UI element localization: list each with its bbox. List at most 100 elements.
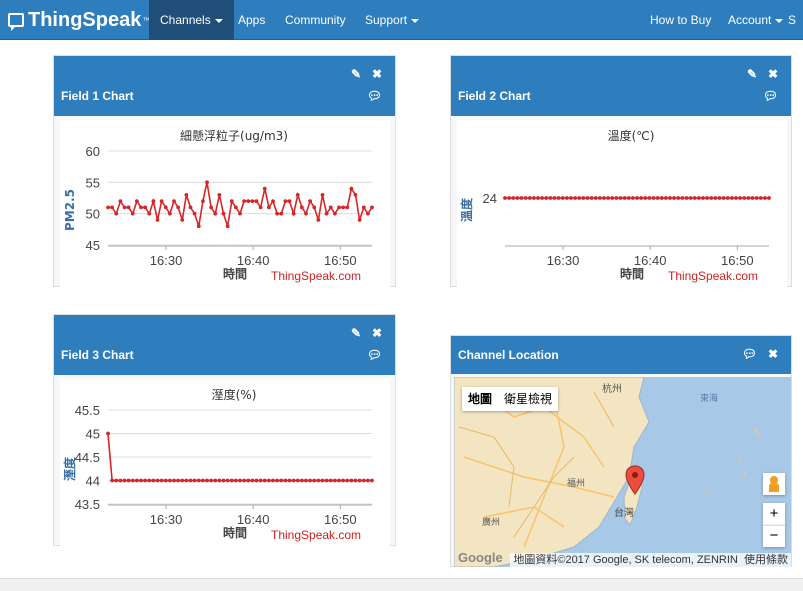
data-point xyxy=(233,205,238,210)
data-point xyxy=(361,205,366,210)
nav-support-label: Support xyxy=(365,13,408,27)
data-point xyxy=(266,478,271,483)
comment-icon[interactable]: 💬︎ xyxy=(367,89,382,103)
data-point xyxy=(205,180,209,185)
data-point xyxy=(515,196,520,200)
data-point xyxy=(254,478,259,483)
close-icon[interactable]: ✖ xyxy=(768,67,778,81)
thingspeak-credit-link[interactable]: ThingSpeak.com xyxy=(271,528,361,542)
data-point xyxy=(312,478,317,483)
field2-panel-body: 溫度(℃) 24 16:30 16:40 16:50 時間 溫度 ThingSpeak.co… xyxy=(451,116,791,288)
y-axis-label: 溫度 xyxy=(459,197,474,222)
chart-title: 溫度(℃) xyxy=(608,128,655,143)
data-point xyxy=(316,478,321,483)
comment-icon[interactable]: 💬︎ xyxy=(367,348,382,362)
close-icon[interactable]: ✖ xyxy=(372,67,382,81)
data-point xyxy=(134,199,139,204)
field3-panel-body: 溼度(%) 43.5 44 44.5 45 45.5 16:30 16:40 16:50 時間 溼度… xyxy=(54,375,395,547)
chart-title: 溼度(%) xyxy=(212,387,257,402)
pencil-icon[interactable]: ✎ xyxy=(351,67,361,81)
data-point xyxy=(610,196,615,200)
data-point xyxy=(151,478,156,483)
y-tick-label: 45.5 xyxy=(75,403,100,418)
data-point xyxy=(233,478,238,483)
nav-how-to-buy[interactable]: How to Buy xyxy=(639,0,722,40)
data-point xyxy=(130,478,135,483)
y-tick-label: 44 xyxy=(86,474,100,489)
map-label-east-sea: 東海 xyxy=(700,393,719,403)
data-point xyxy=(324,211,329,216)
data-point xyxy=(246,199,251,204)
data-point xyxy=(349,186,354,191)
data-point xyxy=(729,196,734,200)
field3-panel-title: Field 3 Chart xyxy=(61,348,134,362)
data-point xyxy=(147,211,152,216)
comment-icon[interactable]: 💬︎ xyxy=(763,89,778,103)
data-point xyxy=(758,196,763,200)
data-point xyxy=(328,205,333,210)
data-point xyxy=(126,205,131,210)
data-point xyxy=(560,196,565,200)
data-point xyxy=(304,478,308,483)
data-point xyxy=(225,224,230,229)
data-point xyxy=(221,211,226,216)
data-point xyxy=(106,205,110,210)
data-point xyxy=(275,478,280,483)
map-marker-icon[interactable] xyxy=(625,465,645,495)
data-point xyxy=(626,196,631,200)
nav-support[interactable]: Support xyxy=(354,0,430,40)
thingspeak-logo[interactable]: ThingSpeak ™ xyxy=(8,7,150,33)
map-terms-link[interactable]: 使用條款 xyxy=(744,554,788,566)
data-point xyxy=(242,199,247,204)
pencil-icon[interactable]: ✎ xyxy=(351,326,361,340)
comment-icon[interactable]: 💬︎ xyxy=(742,347,757,361)
zoom-in-button[interactable]: + xyxy=(763,503,785,525)
field3-chart: 溼度(%) 43.5 44 44.5 45 45.5 16:30 16:40 16:50 時間 溼度 xyxy=(60,379,390,547)
data-point xyxy=(196,224,201,229)
location-panel-header: Channel Location 💬︎ ✖ xyxy=(451,336,791,374)
data-point xyxy=(353,192,358,197)
google-map[interactable]: 杭州 東海 台灣 福州 廣州 地圖 衛星檢視 + − Google 地圖資料©2… xyxy=(454,377,791,567)
map-label-taiwan: 台灣 xyxy=(614,508,634,519)
data-point xyxy=(172,199,176,204)
data-point xyxy=(643,196,648,200)
data-point xyxy=(320,192,325,197)
data-point xyxy=(283,478,288,483)
close-icon[interactable]: ✖ xyxy=(372,326,382,340)
field3-panel: Field 3 Chart ✎ ✖ 💬︎ 溼度(%) 43.5 44 44.5 45 45… xyxy=(53,314,396,547)
thingspeak-credit-link[interactable]: ThingSpeak.com xyxy=(271,269,361,283)
y-axis-label: PM2.5 xyxy=(63,189,77,231)
data-point xyxy=(246,478,251,483)
data-point xyxy=(680,196,685,200)
caret-down-icon xyxy=(411,18,420,23)
pencil-icon[interactable]: ✎ xyxy=(747,67,757,81)
thingspeak-credit-link[interactable]: ThingSpeak.com xyxy=(668,269,758,283)
nav-community-label: Community xyxy=(285,13,346,27)
data-point xyxy=(250,199,255,204)
location-panel-body: 杭州 東海 台灣 福州 廣州 地圖 衛星檢視 + − Google 地圖資料©2… xyxy=(451,374,791,567)
zoom-out-button[interactable]: − xyxy=(763,525,785,547)
nav-community[interactable]: Community xyxy=(274,0,357,40)
street-view-pegman-icon[interactable] xyxy=(763,473,785,495)
data-point xyxy=(172,478,176,483)
close-icon[interactable]: ✖ xyxy=(768,347,778,361)
nav-channels[interactable]: Channels xyxy=(149,0,234,40)
field1-panel: Field 1 Chart ✎ ✖ 💬︎ 細懸浮粒子(ug/m3) 45 50 55 6… xyxy=(53,55,396,288)
data-point xyxy=(540,196,545,200)
data-point xyxy=(713,196,718,200)
data-point xyxy=(316,218,321,222)
data-point xyxy=(536,196,540,200)
data-point xyxy=(688,196,693,200)
nav-apps[interactable]: Apps xyxy=(227,0,276,40)
data-point xyxy=(762,196,767,200)
nav-channels-label: Channels xyxy=(160,13,211,27)
nav-sign-out-partial[interactable]: S xyxy=(782,0,802,40)
data-point xyxy=(597,196,602,200)
map-tab-map[interactable]: 地圖 xyxy=(462,387,498,411)
data-point xyxy=(589,196,594,200)
google-logo: Google xyxy=(458,550,503,565)
map-tab-satellite[interactable]: 衛星檢視 xyxy=(498,387,558,411)
field2-chart: 溫度(℃) 24 16:30 16:40 16:50 時間 溫度 xyxy=(457,120,787,288)
data-point xyxy=(118,199,123,204)
data-point xyxy=(577,196,582,200)
